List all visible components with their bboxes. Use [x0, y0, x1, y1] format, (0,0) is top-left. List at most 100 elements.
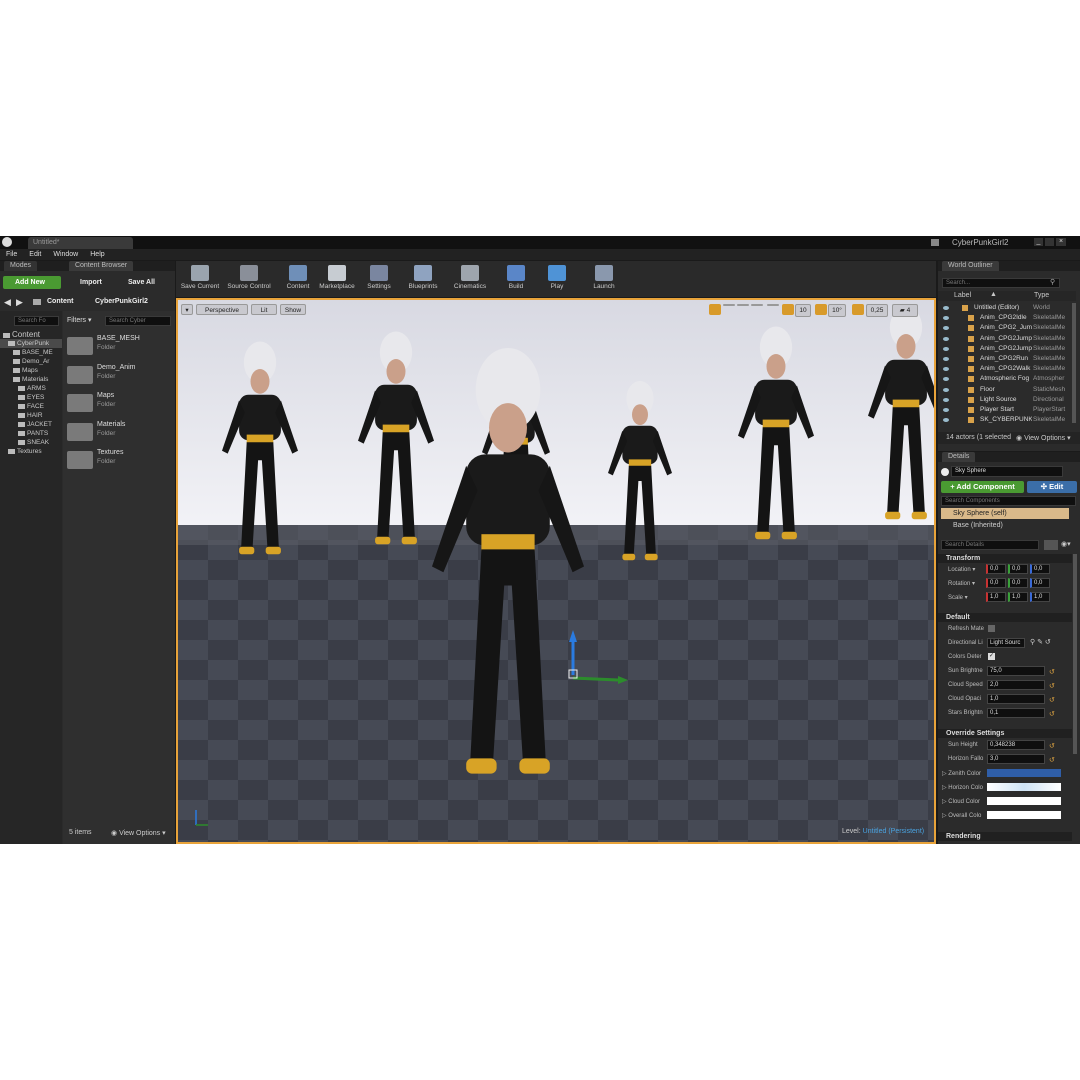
outliner-row[interactable]: Anim_CPG2Walk SkeletalMe — [938, 364, 1072, 374]
menu-window[interactable]: Window — [47, 249, 84, 260]
scale-snap-icon[interactable] — [852, 304, 864, 315]
details-eye-icon[interactable]: ◉▾ — [1061, 540, 1075, 550]
override-reset-icons[interactable]: ↺ ↺ — [1049, 740, 1055, 768]
toolbar-launch-button[interactable]: Launch — [584, 261, 624, 295]
visibility-eye-icon[interactable] — [943, 387, 949, 392]
scale-z-input[interactable]: 1,0 — [1030, 592, 1050, 602]
tab-modes[interactable]: Modes — [4, 261, 38, 271]
menu-file[interactable]: File — [0, 249, 23, 260]
toolbar-source-control-button[interactable]: Source Control — [224, 261, 274, 295]
zenith-color-swatch[interactable] — [987, 769, 1061, 777]
directional-light-select[interactable]: Light Sourc — [987, 638, 1025, 648]
outliner-row[interactable]: Anim_CPG2Jump SkeletalMe — [938, 334, 1072, 344]
add-new-button[interactable]: Add New — [3, 276, 61, 289]
toolbar-cinematics-button[interactable]: Cinematics — [448, 261, 492, 295]
import-button[interactable]: Import — [80, 276, 102, 289]
scale-tool-icon[interactable] — [737, 304, 749, 306]
visibility-eye-icon[interactable] — [943, 377, 949, 382]
outliner-row[interactable]: Anim_CPG2_Jum SkeletalMe — [938, 323, 1072, 333]
tree-item[interactable]: HAIR — [0, 411, 62, 420]
translate-tool-icon[interactable] — [709, 304, 721, 315]
close-button[interactable]: × — [1056, 238, 1066, 246]
view-options-button[interactable]: ◉ View Options ▾ — [111, 829, 166, 837]
tree-item[interactable]: Textures — [0, 447, 62, 456]
rotation-x-input[interactable]: 0,0 — [986, 578, 1006, 588]
column-label[interactable]: Label — [954, 292, 971, 299]
show-button[interactable]: Show — [280, 304, 306, 315]
tree-item[interactable]: EYES — [0, 393, 62, 402]
scale-x-input[interactable]: 1,0 — [986, 592, 1006, 602]
location-z-input[interactable]: 0,0 — [1030, 564, 1050, 574]
visibility-eye-icon[interactable] — [943, 397, 949, 402]
outliner-search-input[interactable]: Search... — [942, 278, 1060, 288]
rotation-y-input[interactable]: 0,0 — [1008, 578, 1028, 588]
level-viewport[interactable]: ▾ Perspective Lit Show 10 10° 0,25 ▰ 4 L… — [176, 298, 936, 844]
cloud-color-swatch[interactable] — [987, 797, 1061, 805]
save-all-button[interactable]: Save All — [128, 276, 155, 289]
location-label[interactable]: Location ▾ — [948, 566, 975, 573]
breadcrumb-content[interactable]: Content — [47, 296, 73, 307]
search-assets-input[interactable]: Search Cyber — [105, 316, 171, 326]
toolbar-play-button[interactable]: Play — [540, 261, 574, 295]
breadcrumb-project[interactable]: CyberPunkGirl2 — [95, 296, 148, 307]
visibility-eye-icon[interactable] — [943, 326, 949, 331]
visibility-eye-icon[interactable] — [943, 346, 949, 351]
colors-determined-checkbox[interactable]: ✓ — [988, 653, 995, 660]
menu-help[interactable]: Help — [84, 249, 110, 260]
scale-label[interactable]: Scale ▾ — [948, 594, 968, 601]
sun-height-input[interactable]: 0,348238 — [987, 740, 1045, 750]
cloud-speed-input[interactable]: 2,0 — [987, 680, 1045, 690]
viewport-options-button[interactable]: ▾ — [181, 304, 193, 315]
tab-content-browser[interactable]: Content Browser — [68, 261, 134, 271]
level-name[interactable]: Untitled (Persistent) — [863, 828, 924, 835]
stars-brightness-input[interactable]: 0,1 — [987, 708, 1045, 718]
minimize-button[interactable]: _ — [1034, 238, 1043, 246]
camera-speed-button[interactable]: ▰ 4 — [892, 304, 918, 317]
horizon-falloff-input[interactable]: 3,0 — [987, 754, 1045, 764]
tree-item[interactable]: FACE — [0, 402, 62, 411]
visibility-eye-icon[interactable] — [943, 316, 949, 321]
menu-edit[interactable]: Edit — [23, 249, 47, 260]
document-tab[interactable]: Untitled* — [28, 237, 133, 249]
search-components-input[interactable]: Search Components — [941, 496, 1076, 506]
grid-snap-value[interactable]: 10 — [795, 304, 811, 317]
asset-item[interactable]: Textures Folder — [63, 445, 175, 471]
back-arrow-icon[interactable]: ◀ — [4, 297, 11, 308]
toolbar-marketplace-button[interactable]: Marketplace — [316, 261, 358, 295]
world-space-icon[interactable] — [751, 304, 763, 306]
column-type[interactable]: Type — [1034, 292, 1049, 299]
tree-item[interactable]: BASE_ME — [0, 348, 62, 357]
outliner-row[interactable]: SK_CYBERPUNK SkeletalMe — [938, 415, 1072, 425]
visibility-eye-icon[interactable] — [943, 357, 949, 361]
outliner-row[interactable]: Anim_CPG2Idle SkeletalMe — [938, 313, 1072, 323]
location-x-input[interactable]: 0,0 — [986, 564, 1006, 574]
rotation-z-input[interactable]: 0,0 — [1030, 578, 1050, 588]
toolbar-build-button[interactable]: Build — [498, 261, 534, 295]
outliner-row[interactable]: Player Start PlayerStart — [938, 405, 1072, 415]
asset-item[interactable]: BASE_MESH Folder — [63, 331, 175, 357]
visibility-eye-icon[interactable] — [943, 306, 949, 310]
search-folders-input[interactable]: Search Fo — [14, 316, 59, 326]
rotate-tool-icon[interactable] — [723, 304, 735, 306]
edit-blueprint-button[interactable]: ✣ Edit — [1027, 481, 1077, 493]
refresh-material-checkbox[interactable] — [988, 625, 995, 632]
rotation-snap-icon[interactable] — [815, 304, 827, 315]
toolbar-save-current-button[interactable]: Save Current — [178, 261, 222, 295]
overall-color-swatch[interactable] — [987, 811, 1061, 819]
add-component-button[interactable]: + Add Component — [941, 481, 1024, 493]
tab-details[interactable]: Details — [942, 452, 976, 462]
tree-item[interactable]: Content — [0, 330, 62, 339]
visibility-eye-icon[interactable] — [943, 408, 949, 412]
actor-name-input[interactable]: Sky Sphere — [951, 466, 1063, 477]
search-details-input[interactable]: Search Details — [941, 540, 1039, 550]
property-matrix-icon[interactable] — [1044, 540, 1058, 550]
tab-world-outliner[interactable]: World Outliner — [942, 261, 999, 271]
sun-brightness-input[interactable]: 75,0 — [987, 666, 1045, 676]
toolbar-blueprints-button[interactable]: Blueprints — [402, 261, 444, 295]
toolbar-content-button[interactable]: Content — [284, 261, 312, 295]
scale-snap-value[interactable]: 0,25 — [866, 304, 888, 317]
outliner-row[interactable]: Anim_CPG2Jump SkeletalMe — [938, 344, 1072, 354]
rotation-snap-value[interactable]: 10° — [828, 304, 846, 317]
outliner-row[interactable]: Floor StaticMesh — [938, 385, 1072, 395]
outliner-view-options[interactable]: ◉ View Options ▾ — [1016, 434, 1071, 442]
